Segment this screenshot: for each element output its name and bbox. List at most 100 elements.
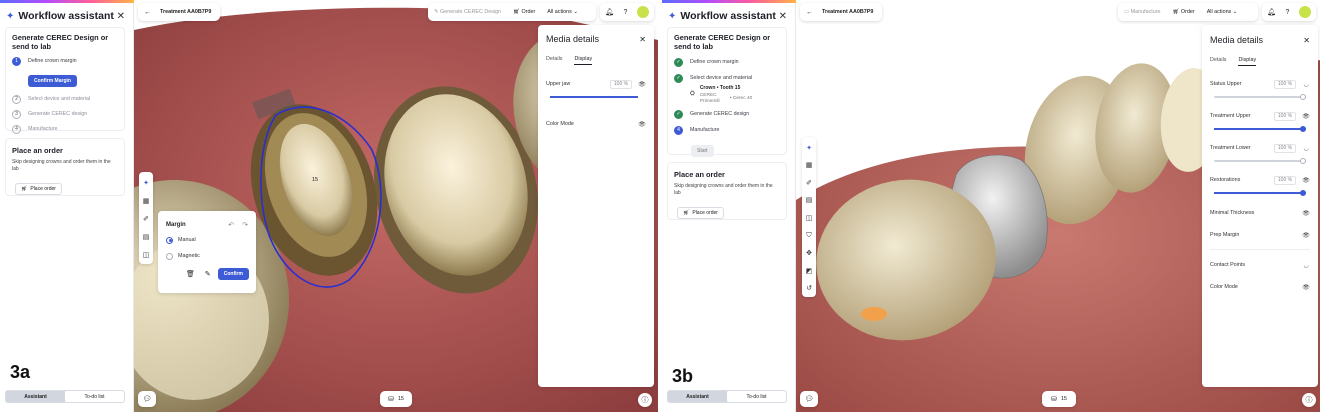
opacity-input[interactable]: 100 % [1274, 143, 1296, 153]
opacity-slider[interactable] [1214, 125, 1306, 132]
opacity-slider[interactable] [1214, 189, 1306, 196]
material-tool-icon[interactable]: ◫ [806, 209, 813, 227]
move-tool-icon[interactable]: ✥ [806, 244, 812, 262]
opacity-input[interactable]: 100 % [1274, 79, 1296, 89]
eye-off-icon[interactable]: ◡ [1302, 145, 1310, 152]
generate-button[interactable]: ✎ Generate CEREC Design [434, 9, 501, 15]
tooth-chip[interactable]: ⛁ 15 [380, 391, 412, 407]
close-icon[interactable]: ✕ [117, 11, 125, 22]
media-row-status-upper: Status Upper 100 % ◡ [1210, 79, 1310, 89]
slider-knob[interactable] [1300, 157, 1306, 164]
eye-icon[interactable]: 👁︎ [1302, 210, 1310, 217]
pen-icon[interactable]: ✎ [205, 270, 211, 278]
confirm-margin-button[interactable]: Confirm Margin [28, 75, 77, 87]
step-1[interactable]: ✓ Define crown margin [674, 56, 786, 68]
order-text: Skip designing crowns and order them in … [12, 159, 111, 172]
eye-off-icon[interactable]: ◡ [1302, 262, 1310, 269]
palette-tool-icon[interactable]: ◫ [143, 246, 150, 264]
start-button[interactable]: Start [691, 145, 714, 157]
reset-tool-icon[interactable]: ↺ [806, 280, 812, 298]
step-2[interactable]: 2 Select device and material [12, 93, 124, 105]
accent-bar [662, 0, 796, 3]
tab-assistant[interactable]: Assistant [6, 391, 65, 402]
step-4[interactable]: 4 Manufacture [674, 124, 786, 136]
tooth-icon: ⛁ [1051, 396, 1057, 403]
tab-display[interactable]: Display [1238, 57, 1257, 66]
comment-button[interactable]: 💬︎ [800, 391, 818, 407]
undo-icon[interactable]: ↶ [228, 221, 234, 229]
eye-icon[interactable]: 👁︎ [1302, 177, 1310, 184]
tab-todo[interactable]: To-do list [727, 391, 786, 402]
avatar[interactable] [636, 6, 649, 18]
redo-icon[interactable]: ↷ [242, 221, 248, 229]
ai-tool-icon[interactable]: ✦ [806, 139, 812, 157]
slider-knob[interactable] [1300, 125, 1306, 132]
help-icon[interactable]: ? [1285, 9, 1289, 16]
confirm-button[interactable]: Confirm [217, 268, 249, 280]
workflow-section-title: Generate CEREC Design or send to lab [674, 33, 771, 51]
media-details-panel: Media details ✕ Details Display Status U… [1202, 25, 1318, 387]
bell-icon[interactable]: 🔔︎ [1267, 8, 1276, 16]
all-actions-button[interactable]: All actions ⌄ [547, 9, 578, 15]
step-3[interactable]: ✓ Generate CEREC design [674, 108, 786, 120]
back-arrow-icon[interactable]: ← [806, 9, 813, 16]
opacity-input[interactable]: 100 % [610, 79, 632, 89]
bell-icon[interactable]: 🔔︎ [605, 8, 614, 16]
step-3[interactable]: 3 Generate CEREC design [12, 108, 124, 120]
radio-manual[interactable] [166, 236, 173, 244]
eye-icon[interactable]: 👁︎ [638, 121, 646, 128]
cart-icon: 🛒︎ [513, 9, 520, 15]
back-arrow-icon[interactable]: ← [144, 9, 151, 16]
order-button[interactable]: 🛒︎ Order [513, 9, 535, 15]
opacity-slider[interactable] [1214, 157, 1306, 164]
eye-icon[interactable]: 👁︎ [1302, 232, 1310, 239]
manufacture-button[interactable]: ▭ Manufacture [1124, 9, 1161, 15]
step-2[interactable]: ✓ Select device and material [674, 72, 786, 84]
comment-button[interactable]: 💬︎ [138, 391, 156, 407]
shape-tool-icon[interactable]: ◩ [806, 262, 813, 280]
slider-knob[interactable] [1300, 93, 1306, 100]
eye-icon[interactable]: 👁︎ [638, 81, 646, 88]
close-icon[interactable]: ✕ [1303, 36, 1310, 45]
layers-tool-icon[interactable]: ▤ [143, 228, 150, 246]
avatar[interactable] [1298, 6, 1311, 18]
tooth-chip[interactable]: ⛁ 15 [1042, 391, 1076, 407]
close-icon[interactable]: ✕ [779, 11, 787, 22]
step-1[interactable]: 1 Define crown margin [12, 55, 124, 67]
opacity-input[interactable]: 100 % [1274, 111, 1296, 121]
tab-details[interactable]: Details [546, 56, 562, 65]
manual-option[interactable]: Manual [166, 233, 256, 247]
close-icon[interactable]: ✕ [639, 35, 646, 44]
place-order-button[interactable]: 🛒︎ Place order [677, 207, 724, 219]
eye-icon[interactable]: 👁︎ [1302, 284, 1310, 291]
tab-display[interactable]: Display [574, 56, 593, 65]
grid-tool-icon[interactable]: ▦ [143, 192, 150, 210]
margin-tool-icon[interactable]: ✐ [143, 210, 149, 228]
grid-tool-icon[interactable]: ▦ [806, 157, 813, 175]
radio-magnetic[interactable] [166, 252, 173, 260]
trash-icon[interactable]: 🗑︎ [186, 270, 195, 278]
ai-tool-icon[interactable]: ✦ [143, 174, 149, 192]
chevron-down-icon: ⌄ [573, 9, 578, 15]
magnetic-option[interactable]: Magnetic [166, 249, 256, 263]
step-4[interactable]: 4 Manufacture [12, 123, 124, 135]
tab-todo[interactable]: To-do list [65, 391, 124, 402]
help-icon[interactable]: ? [623, 9, 627, 16]
slider-knob[interactable] [1300, 189, 1306, 196]
info-button[interactable]: ⓘ [638, 393, 652, 407]
order-button[interactable]: 🛒︎ Order [1173, 9, 1195, 15]
opacity-input[interactable]: 100 % [1274, 175, 1296, 185]
opacity-slider[interactable] [550, 96, 638, 98]
eye-off-icon[interactable]: ◡ [1302, 81, 1310, 88]
tooth-tool-icon[interactable]: ⛉ [806, 227, 811, 245]
margin-tool-icon[interactable]: ✐ [806, 174, 812, 192]
tab-details[interactable]: Details [1210, 57, 1226, 66]
tab-assistant[interactable]: Assistant [668, 391, 727, 402]
cart-icon: 🛒︎ [683, 210, 690, 216]
layers-tool-icon[interactable]: ▤ [806, 192, 813, 210]
opacity-slider[interactable] [1214, 93, 1306, 100]
eye-icon[interactable]: 👁︎ [1302, 113, 1310, 120]
info-button[interactable]: ⓘ [1302, 393, 1316, 407]
place-order-button[interactable]: 🛒︎ Place order [15, 183, 62, 195]
all-actions-button[interactable]: All actions ⌄ [1207, 9, 1238, 15]
